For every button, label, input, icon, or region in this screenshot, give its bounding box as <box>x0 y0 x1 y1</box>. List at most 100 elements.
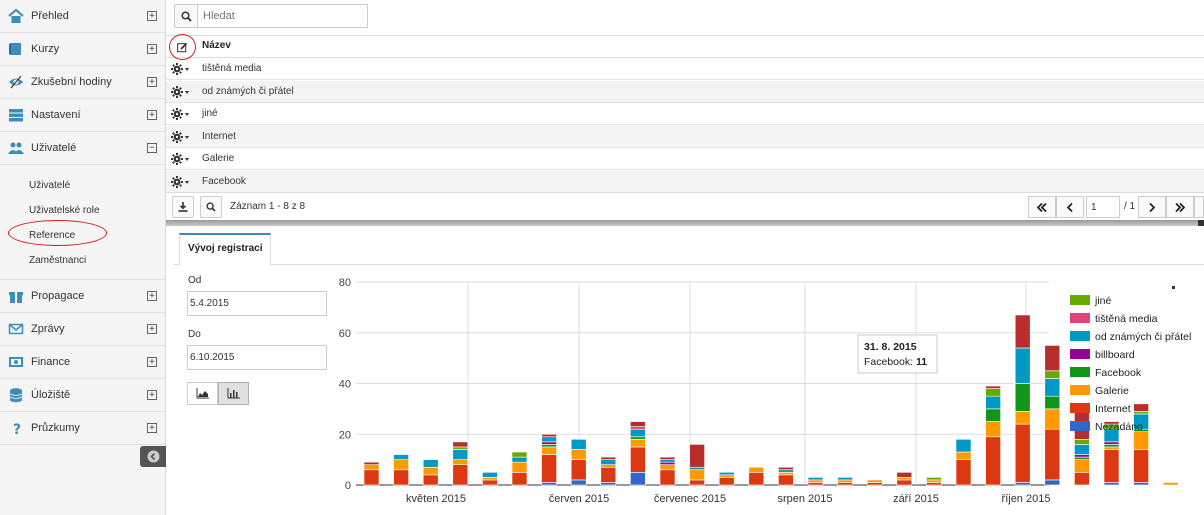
expand-icon[interactable]: + <box>147 357 157 367</box>
edit-column-button[interactable] <box>169 34 196 60</box>
expand-icon[interactable]: + <box>147 390 157 400</box>
expand-icon[interactable]: + <box>147 291 157 301</box>
chart-bar-segment <box>482 479 498 486</box>
chart-bar-segment <box>570 439 587 450</box>
search-button[interactable] <box>174 4 198 28</box>
submenu-item[interactable]: Uživatelské role <box>0 198 165 223</box>
sidebar-item-uzivatele[interactable]: Uživatelé − <box>0 132 165 165</box>
row-actions-button[interactable] <box>171 130 190 144</box>
expand-icon[interactable]: + <box>147 77 157 87</box>
footer-search-button[interactable] <box>200 196 222 218</box>
sidebar-item-zkusebni[interactable]: Zkušební hodiny + <box>0 66 165 99</box>
chart-bar-segment <box>926 482 942 486</box>
expand-icon[interactable]: + <box>147 423 157 433</box>
sidebar-item-kurzy[interactable]: Kurzy + <box>0 33 165 66</box>
expand-icon[interactable]: + <box>147 11 157 21</box>
x-tick-label: červenec 2015 <box>654 493 726 505</box>
legend-label: Internet <box>1095 403 1131 415</box>
chart-bar-segment <box>363 464 380 471</box>
chart-bar-segment <box>630 439 646 448</box>
table-row[interactable]: tištěná media <box>166 58 1204 80</box>
search-icon <box>180 10 192 22</box>
chart-bar-segment <box>600 464 617 468</box>
refresh-button[interactable] <box>1194 196 1204 218</box>
expand-icon[interactable]: + <box>147 44 157 54</box>
arrow-left-circle-icon <box>147 450 159 463</box>
sidebar-item-zpravy[interactable]: Zprávy + <box>0 313 165 346</box>
table-row[interactable]: Facebook <box>166 170 1204 193</box>
sidebar-item-label: Uživatelé <box>31 142 77 154</box>
tooltip-series: Facebook: <box>864 356 916 368</box>
sidebar-item-prehled[interactable]: Přehled + <box>0 0 165 33</box>
chart-bar-segment <box>985 408 1001 422</box>
y-tick-label: 0 <box>345 480 351 492</box>
column-header-nazev[interactable]: Název <box>202 40 231 51</box>
sidebar-item-label: Kurzy <box>31 43 60 55</box>
legend-swatch <box>1070 331 1090 341</box>
table-row[interactable]: jiné <box>166 103 1204 125</box>
sidebar-item-uloziste[interactable]: Úložiště + <box>0 379 165 412</box>
row-name: tištěná media <box>202 63 262 74</box>
collapse-icon[interactable]: − <box>147 143 157 153</box>
row-actions-button[interactable] <box>171 62 190 76</box>
chart-bar-segment <box>748 466 765 473</box>
chart-bar-segment <box>955 439 972 453</box>
chart-bar-segment <box>985 388 1001 397</box>
y-tick-label: 80 <box>339 277 351 289</box>
chart-bar-segment <box>482 472 498 478</box>
chart-bar-segment <box>659 469 676 486</box>
last-page-button[interactable] <box>1166 196 1194 218</box>
chart-bar-segment <box>393 459 409 471</box>
sidebar-item-propagace[interactable]: Propagace + <box>0 280 165 313</box>
table-row[interactable]: od známých či přátel <box>166 80 1204 103</box>
chart-bar-segment <box>570 449 587 460</box>
table-row[interactable]: Galerie <box>166 148 1204 170</box>
sidebar-item-finance[interactable]: Finance + <box>0 346 165 379</box>
submenu-item[interactable]: Reference <box>0 223 165 248</box>
chart-bar-segment <box>837 477 853 481</box>
submenu-item[interactable]: Zaměstnanci <box>0 248 165 273</box>
next-page-button[interactable] <box>1138 196 1166 218</box>
export-button[interactable] <box>172 196 194 218</box>
expand-icon[interactable]: + <box>147 110 157 120</box>
download-icon <box>178 202 188 212</box>
chart-bar-segment <box>689 466 705 471</box>
table-row[interactable]: Internet <box>166 125 1204 148</box>
chart-bar-segment <box>541 446 557 455</box>
sidebar-item-pruzkumy[interactable]: ? Průzkumy + <box>0 412 165 445</box>
row-actions-button[interactable] <box>171 152 190 166</box>
legend-label: billboard <box>1095 349 1135 361</box>
chart-bar-segment <box>1074 454 1090 458</box>
server-icon <box>6 107 26 123</box>
chart-bar-segment <box>926 479 942 483</box>
chart-bar-segment <box>1044 408 1061 430</box>
sidebar-item-label: Propagace <box>31 290 85 302</box>
chart-bar-segment <box>778 472 794 476</box>
first-page-button[interactable] <box>1028 196 1056 218</box>
chart-bar-segment <box>689 444 705 468</box>
chart-bar-segment <box>541 433 557 438</box>
page-number-input[interactable] <box>1086 196 1120 218</box>
sidebar-item-nastaveni[interactable]: Nastavení + <box>0 99 165 132</box>
sidebar-collapse-button[interactable] <box>140 446 166 467</box>
y-tick-label: 40 <box>339 379 351 391</box>
chart-bar-segment <box>600 482 617 486</box>
search-input[interactable] <box>198 4 368 28</box>
row-name: Facebook <box>202 175 246 187</box>
chart-bar-segment <box>541 436 557 443</box>
chart-bar-segment <box>1133 431 1149 450</box>
chart-bar-segment <box>866 479 883 483</box>
chart-bar-segment <box>1044 428 1061 481</box>
submenu-item[interactable]: Uživatelé <box>0 173 165 198</box>
row-actions-button[interactable] <box>171 175 190 189</box>
row-actions-button[interactable] <box>171 107 190 121</box>
chart-bar-segment <box>1014 423 1031 483</box>
expand-icon[interactable]: + <box>147 324 157 334</box>
sidebar-item-label: Zkušební hodiny <box>31 76 112 88</box>
chart-bar-segment <box>600 459 617 465</box>
chart-bar-segment <box>1074 472 1090 486</box>
row-actions-button[interactable] <box>171 85 190 99</box>
sidebar-item-label: Průzkumy <box>31 422 80 434</box>
registrations-chart: 0 20 40 60 80 květen 2015 červen 2015 červenec … <box>339 277 1192 505</box>
prev-page-button[interactable] <box>1056 196 1084 218</box>
